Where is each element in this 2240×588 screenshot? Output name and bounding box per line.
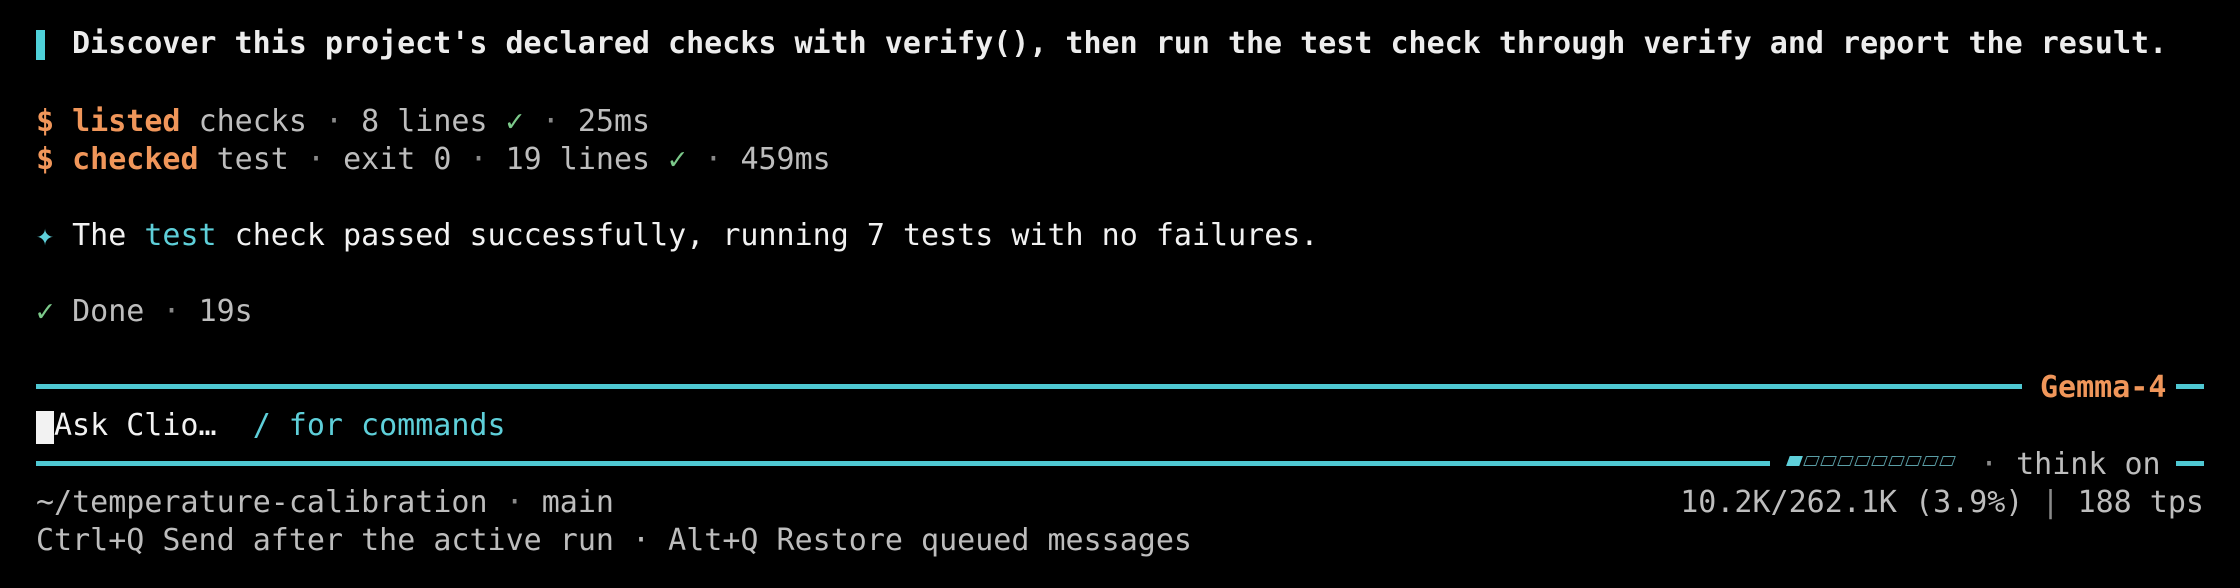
user-prompt: Discover this project's declared checks … (72, 26, 2168, 61)
usage-stats: 10.2K/262.1K (3.9%) | 188 tps (1680, 484, 2204, 522)
think-label: think on (2016, 447, 2161, 482)
tool-time: 459ms (740, 142, 831, 177)
prompt-marker (36, 30, 45, 60)
input-bottom-rule-tail (2176, 461, 2204, 466)
think-toggle[interactable]: · think on (1980, 446, 2161, 484)
sparkle-icon: ✦ (36, 218, 55, 253)
separator: · (505, 485, 524, 520)
input-top-rule-tail (2176, 384, 2204, 389)
commands-hint: / for commands (252, 408, 506, 443)
separator: · (162, 294, 181, 329)
separator: · (1980, 447, 1999, 482)
workspace-info: ~/temperature-calibration · main (36, 484, 614, 522)
tool-arg: test (216, 142, 289, 177)
check-icon: ✓ (505, 104, 524, 139)
think-meter-segment (1871, 456, 1888, 466)
input-bottom-rule (36, 461, 1770, 466)
input-top-rule (36, 384, 2022, 389)
workspace-path: ~/temperature-calibration (36, 485, 488, 520)
input-placeholder: Ask Clio… (54, 408, 217, 443)
check-icon: ✓ (668, 142, 687, 177)
tool-arg: checks (198, 104, 307, 139)
tool-time: 25ms (577, 104, 651, 139)
think-level-meter[interactable] (1786, 456, 1956, 466)
run-status: ✓ Done · 19s (36, 293, 253, 331)
check-icon: ✓ (36, 294, 55, 329)
keyboard-hints: Ctrl+Q Send after the active run · Alt+Q… (36, 522, 1192, 560)
tool-verb: listed (72, 104, 181, 139)
think-meter-segment (1786, 456, 1803, 466)
answer-highlight: test (144, 218, 217, 253)
token-usage: 10.2K/262.1K (3.9%) (1680, 485, 2024, 520)
tool-detail: 19 lines (505, 142, 651, 177)
tool-call-checked: $ checked test · exit 0 · 19 lines ✓ · 4… (36, 141, 831, 179)
git-branch: main (541, 485, 614, 520)
assistant-answer: ✦ The test check passed successfully, ru… (36, 217, 1318, 255)
think-meter-segment (1939, 456, 1956, 466)
answer-text-post: check passed successfully, running 7 tes… (216, 218, 1319, 253)
tool-verb: checked (72, 142, 199, 177)
tool-exit-code: exit 0 (343, 142, 452, 177)
separator: · (704, 142, 723, 177)
answer-text-pre: The (72, 218, 145, 253)
think-meter-segment (1905, 456, 1922, 466)
think-meter-segment (1837, 456, 1854, 466)
think-meter-segment (1922, 456, 1939, 466)
separator: | (2041, 485, 2060, 520)
status-duration: 19s (198, 294, 253, 329)
tokens-per-second: 188 tps (2077, 485, 2204, 520)
text-cursor (36, 411, 54, 444)
think-meter-segment (1820, 456, 1837, 466)
prompt-symbol: $ (36, 104, 55, 139)
think-meter-segment (1803, 456, 1820, 466)
model-name[interactable]: Gemma-4 (2040, 369, 2166, 407)
separator: · (469, 142, 488, 177)
think-meter-segment (1888, 456, 1905, 466)
status-text: Done (72, 294, 145, 329)
tool-call-listed: $ listed checks · 8 lines ✓ · 25ms (36, 103, 650, 141)
think-meter-segment (1854, 456, 1871, 466)
chat-input[interactable]: Ask Clio… / for commands (54, 407, 506, 445)
shortcut-hint: Ctrl+Q Send after the active run · Alt+Q… (36, 523, 1192, 558)
separator: · (541, 104, 560, 139)
prompt-symbol: $ (36, 142, 55, 177)
separator: · (325, 104, 344, 139)
tool-detail: 8 lines (361, 104, 488, 139)
separator: · (306, 142, 325, 177)
